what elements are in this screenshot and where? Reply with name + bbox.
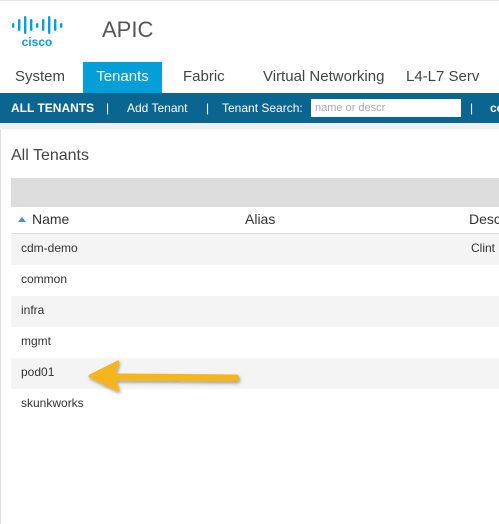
- tenant-name[interactable]: cdm-demo: [21, 234, 78, 263]
- table-row[interactable]: infra: [11, 296, 499, 327]
- tab-system[interactable]: System: [15, 62, 65, 93]
- more-link[interactable]: co: [490, 93, 499, 123]
- tab-tenants[interactable]: Tenants: [83, 62, 162, 93]
- nav-separator: |: [106, 101, 110, 115]
- cisco-logo[interactable]: cisco: [10, 13, 66, 49]
- content-border: [0, 129, 1, 524]
- tenant-search-label: Tenant Search:: [222, 101, 303, 115]
- table-row[interactable]: cdm-demo Clint: [11, 234, 499, 265]
- tenant-name[interactable]: infra: [21, 296, 44, 325]
- tenant-name[interactable]: skunkworks: [21, 389, 84, 418]
- add-tenant-link[interactable]: Add Tenant: [127, 93, 188, 123]
- table-toolbar: [11, 178, 499, 207]
- table-header: Name Alias Desc: [11, 207, 499, 234]
- column-header-name-label: Name: [32, 211, 70, 227]
- sub-nav: ALL TENANTS | Add Tenant | Tenant Search…: [0, 93, 499, 123]
- column-header-description[interactable]: Desc: [469, 207, 499, 231]
- table-row[interactable]: mgmt: [11, 327, 499, 358]
- divider: [0, 123, 499, 129]
- tenant-name[interactable]: common: [21, 265, 67, 294]
- tab-virtual-networking[interactable]: Virtual Networking: [263, 62, 384, 93]
- table-row[interactable]: common: [11, 265, 499, 296]
- table-row[interactable]: pod01: [11, 358, 499, 389]
- tab-l4-l7-services[interactable]: L4-L7 Serv: [406, 62, 479, 93]
- arrow-left-icon: [88, 360, 240, 392]
- app-header: cisco APIC: [0, 0, 499, 60]
- all-tenants-link[interactable]: ALL TENANTS: [11, 93, 94, 123]
- tenant-search-input[interactable]: [311, 99, 461, 117]
- column-header-alias[interactable]: Alias: [245, 207, 275, 231]
- tenant-name[interactable]: pod01: [21, 358, 54, 387]
- sort-ascending-icon[interactable]: [18, 216, 26, 222]
- tenants-table: Name Alias Desc cdm-demo Clint common in…: [11, 207, 499, 420]
- nav-separator: |: [470, 101, 474, 115]
- cisco-wordmark: cisco: [22, 35, 53, 49]
- nav-separator: |: [206, 101, 210, 115]
- table-row[interactable]: skunkworks: [11, 389, 499, 420]
- column-header-name[interactable]: Name: [18, 207, 69, 231]
- tenant-name[interactable]: mgmt: [21, 327, 51, 356]
- tab-fabric[interactable]: Fabric: [183, 62, 225, 93]
- tenant-description: Clint: [471, 241, 496, 255]
- top-nav: System Tenants Fabric Virtual Networking…: [0, 62, 499, 93]
- app-title: APIC: [102, 17, 154, 42]
- page-title: All Tenants: [11, 147, 89, 164]
